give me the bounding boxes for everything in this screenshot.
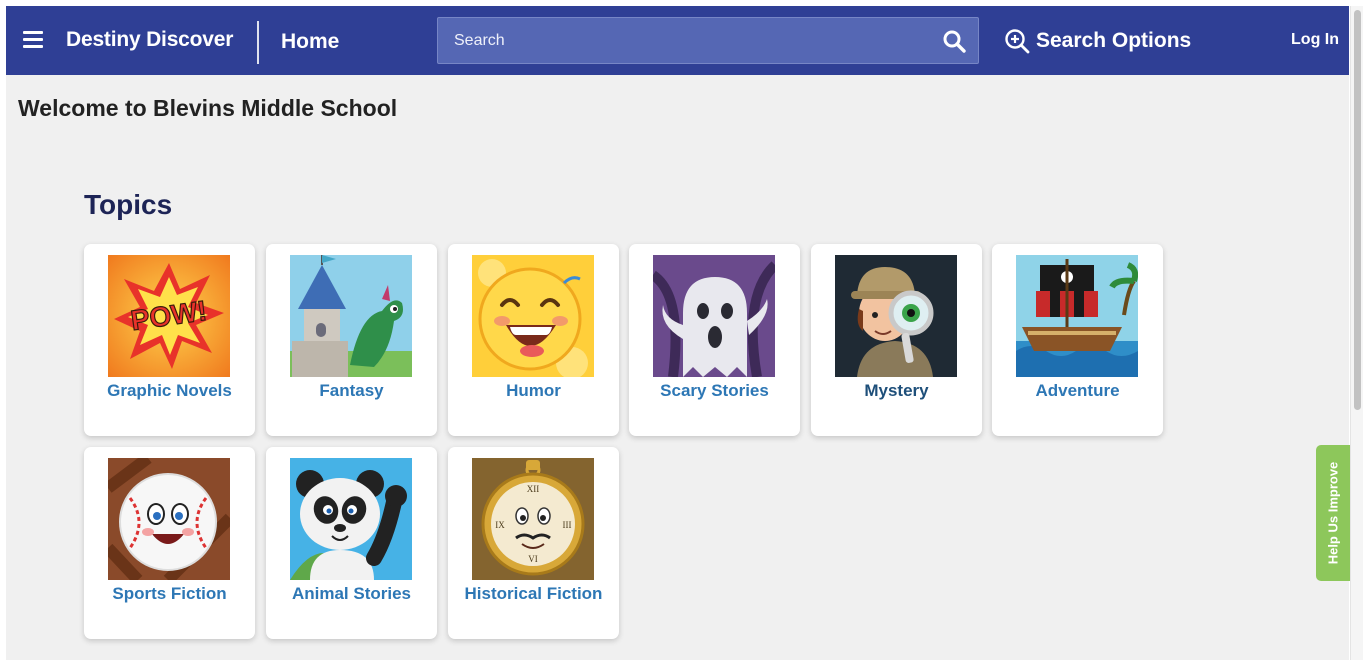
svg-text:VI: VI — [528, 554, 538, 564]
search-options-label: Search Options — [1036, 29, 1192, 52]
topics-heading: Topics — [84, 189, 173, 220]
topic-label: Humor — [506, 381, 561, 400]
pow-comic-icon: POW! — [108, 255, 230, 377]
topic-label: Adventure — [1035, 381, 1120, 400]
panda-icon — [290, 458, 412, 580]
topic-card-sports-fiction[interactable]: Sports Fiction — [84, 447, 255, 639]
scrollbar-thumb[interactable] — [1354, 10, 1361, 410]
help-us-improve-feedback-tab[interactable]: Help Us Improve — [1316, 445, 1350, 581]
topic-card-mystery[interactable]: Mystery — [811, 244, 982, 436]
baseball-face-icon — [108, 458, 230, 580]
search-icon[interactable] — [942, 29, 966, 53]
pocket-watch-icon: XII III VI IX — [472, 458, 594, 580]
topic-label: Scary Stories — [660, 381, 769, 400]
top-navigation-bar: Destiny Discover Home Search Options Log… — [6, 6, 1349, 75]
topic-label: Animal Stories — [291, 584, 412, 603]
header-divider — [257, 21, 259, 64]
topic-label: Mystery — [864, 381, 929, 400]
topic-card-humor[interactable]: Humor — [448, 244, 619, 436]
pirate-ship-icon — [1016, 255, 1138, 377]
app-frame: Destiny Discover Home Search Options Log… — [6, 6, 1349, 660]
svg-text:XII: XII — [527, 484, 540, 494]
page-scrollbar[interactable] — [1350, 6, 1363, 660]
search-bar — [437, 17, 979, 64]
login-link[interactable]: Log In — [1291, 31, 1339, 49]
topic-card-fantasy[interactable]: Fantasy — [266, 244, 437, 436]
svg-text:IX: IX — [495, 520, 505, 530]
svg-text:III: III — [563, 520, 572, 530]
topic-card-historical-fiction[interactable]: XII III VI IX Historical Fiction — [448, 447, 619, 639]
topic-card-animal-stories[interactable]: Animal Stories — [266, 447, 437, 639]
ghost-icon — [653, 255, 775, 377]
search-input[interactable] — [438, 18, 933, 63]
topic-label: Graphic Novels — [107, 381, 232, 400]
feedback-tab-label: Help Us Improve — [1325, 461, 1341, 565]
welcome-heading: Welcome to Blevins Middle School — [18, 95, 398, 121]
search-options-button[interactable]: Search Options — [1004, 27, 1191, 55]
topic-card-scary-stories[interactable]: Scary Stories — [629, 244, 800, 436]
topic-card-graphic-novels[interactable]: POW! Graphic Novels — [84, 244, 255, 436]
home-link[interactable]: Home — [281, 30, 339, 54]
brand-title: Destiny Discover — [66, 28, 234, 51]
castle-dragon-icon — [290, 255, 412, 377]
zoom-in-icon — [1005, 29, 1030, 54]
topic-label: Sports Fiction — [112, 584, 227, 603]
laughing-emoji-icon — [472, 255, 594, 377]
topic-card-adventure[interactable]: Adventure — [992, 244, 1163, 436]
topic-label: Fantasy — [319, 381, 384, 400]
hamburger-menu-icon[interactable] — [23, 31, 43, 49]
detective-magnifier-icon — [835, 255, 957, 377]
topic-label: Historical Fiction — [464, 584, 603, 603]
